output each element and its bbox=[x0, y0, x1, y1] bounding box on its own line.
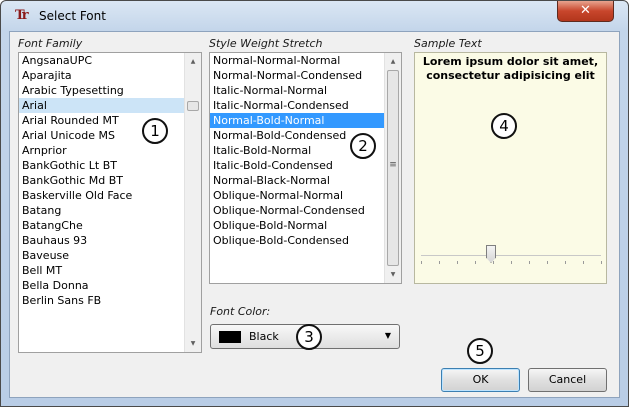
slider-tick bbox=[493, 261, 494, 264]
scroll-down-icon[interactable]: ▼ bbox=[385, 266, 401, 283]
close-button[interactable]: ✕ bbox=[557, 1, 614, 22]
list-item[interactable]: Normal-Bold-Normal bbox=[210, 113, 401, 128]
font-family-scrollbar[interactable]: ▲ ▼ bbox=[184, 53, 201, 352]
list-item[interactable]: BatangChe bbox=[19, 218, 201, 233]
list-item[interactable]: Italic-Bold-Condensed bbox=[210, 158, 401, 173]
callout-3: 3 bbox=[296, 324, 322, 350]
list-item[interactable]: Arial Unicode MS bbox=[19, 128, 201, 143]
list-item[interactable]: Arial Rounded MT bbox=[19, 113, 201, 128]
size-slider-thumb[interactable] bbox=[486, 245, 496, 263]
font-family-caption: Font Family bbox=[18, 37, 83, 50]
cancel-button[interactable]: Cancel bbox=[528, 368, 607, 392]
list-item[interactable]: Arabic Typesetting bbox=[19, 83, 201, 98]
style-weight-stretch-list[interactable]: Normal-Normal-Normal Normal-Normal-Conden… bbox=[209, 52, 402, 284]
callout-1: 1 bbox=[142, 118, 168, 144]
list-item[interactable]: Oblique-Bold-Normal bbox=[210, 218, 401, 233]
list-item[interactable]: Normal-Normal-Condensed bbox=[210, 68, 401, 83]
font-color-caption: Font Color: bbox=[210, 305, 271, 318]
slider-tick bbox=[457, 261, 458, 264]
slider-tick bbox=[421, 261, 422, 264]
list-item[interactable]: Berlin Sans FB bbox=[19, 293, 201, 308]
scroll-up-icon[interactable]: ▲ bbox=[185, 53, 201, 70]
slider-tick bbox=[583, 261, 584, 264]
list-item[interactable]: Batang bbox=[19, 203, 201, 218]
scroll-down-icon[interactable]: ▼ bbox=[185, 335, 201, 352]
slider-tick bbox=[547, 261, 548, 264]
font-family-items: AngsanaUPC Aparajita Arabic Typesetting Ari… bbox=[19, 53, 201, 308]
callout-2: 2 bbox=[350, 133, 376, 159]
slider-tick bbox=[475, 261, 476, 264]
slider-tick bbox=[565, 261, 566, 264]
list-item[interactable]: Arial bbox=[19, 98, 201, 113]
list-item[interactable]: Italic-Normal-Normal bbox=[210, 83, 401, 98]
slider-tick bbox=[529, 261, 530, 264]
list-item[interactable]: Bauhaus 93 bbox=[19, 233, 201, 248]
list-item[interactable]: Bella Donna bbox=[19, 278, 201, 293]
chevron-down-icon: ▼ bbox=[384, 331, 391, 340]
list-item[interactable]: Oblique-Normal-Condensed bbox=[210, 203, 401, 218]
list-item[interactable]: BankGothic Lt BT bbox=[19, 158, 201, 173]
color-swatch bbox=[219, 331, 241, 343]
slider-tick bbox=[601, 261, 602, 264]
app-icon: Tr bbox=[15, 8, 29, 23]
list-item[interactable]: BankGothic Md BT bbox=[19, 173, 201, 188]
font-family-list[interactable]: AngsanaUPC Aparajita Arabic Typesetting Ari… bbox=[18, 52, 202, 353]
list-item[interactable]: AngsanaUPC bbox=[19, 53, 201, 68]
slider-tick bbox=[439, 261, 440, 264]
list-item[interactable]: Aparajita bbox=[19, 68, 201, 83]
list-item[interactable]: Baskerville Old Face bbox=[19, 188, 201, 203]
callout-5: 5 bbox=[467, 338, 493, 364]
scroll-up-icon[interactable]: ▲ bbox=[385, 53, 401, 70]
size-slider-track[interactable] bbox=[421, 255, 601, 256]
list-item[interactable]: Baveuse bbox=[19, 248, 201, 263]
title-bar[interactable]: Tr Select Font ✕ bbox=[1, 1, 628, 31]
style-weight-stretch-caption: Style Weight Stretch bbox=[209, 37, 323, 50]
callout-4: 4 bbox=[491, 113, 517, 139]
list-item[interactable]: Italic-Normal-Condensed bbox=[210, 98, 401, 113]
scroll-grip-icon: ≡ bbox=[389, 160, 397, 170]
select-font-dialog: Tr Select Font ✕ Font Family AngsanaUPC A… bbox=[0, 0, 629, 407]
sample-text: Lorem ipsum dolor sit amet, consectetur … bbox=[422, 55, 599, 82]
ok-button[interactable]: OK bbox=[441, 368, 520, 392]
list-item[interactable]: Arnprior bbox=[19, 143, 201, 158]
list-item[interactable]: Oblique-Bold-Condensed bbox=[210, 233, 401, 248]
sample-text-preview: Lorem ipsum dolor sit amet, consectetur … bbox=[414, 52, 607, 284]
window-title: Select Font bbox=[39, 9, 106, 23]
style-scrollbar[interactable]: ▲ ≡ ▼ bbox=[384, 53, 401, 283]
list-item[interactable]: Oblique-Normal-Normal bbox=[210, 188, 401, 203]
list-item[interactable]: Bell MT bbox=[19, 263, 201, 278]
font-color-value: Black bbox=[249, 330, 279, 343]
list-item[interactable]: Normal-Black-Normal bbox=[210, 173, 401, 188]
sample-text-caption: Sample Text bbox=[414, 37, 482, 50]
slider-tick bbox=[511, 261, 512, 264]
scroll-thumb[interactable] bbox=[187, 101, 199, 111]
list-item[interactable]: Normal-Normal-Normal bbox=[210, 53, 401, 68]
